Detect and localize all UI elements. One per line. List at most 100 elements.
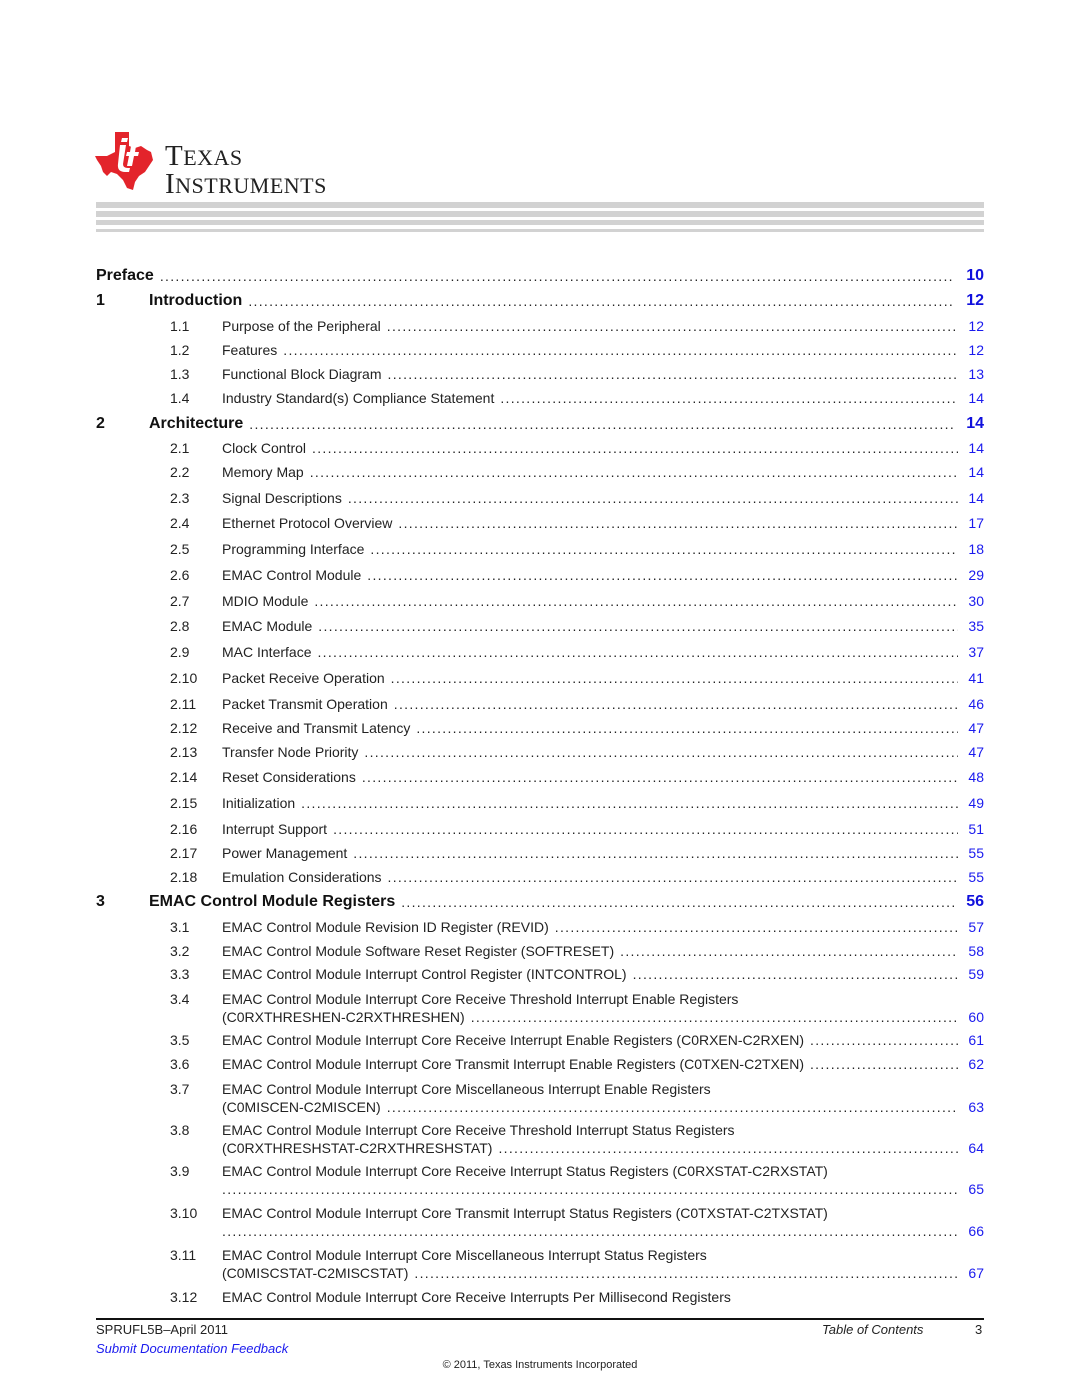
toc-entry-title[interactable]: Emulation Considerations xyxy=(222,866,382,888)
toc-entry[interactable]: 2.1 Clock Control........................… xyxy=(0,437,1080,459)
toc-entry-title[interactable]: EMAC Control Module Registers xyxy=(149,891,395,913)
toc-page-link[interactable]: 59 xyxy=(968,963,984,985)
toc-entry[interactable]: 2.15 Initialization......................… xyxy=(0,792,1080,814)
toc-entry-title[interactable]: Functional Block Diagram xyxy=(222,363,382,385)
toc-entry-title[interactable]: Programming Interface xyxy=(222,538,364,560)
toc-page-link[interactable]: 49 xyxy=(968,792,984,814)
toc-entry[interactable]: 1.4 Industry Standard(s) Compliance State… xyxy=(0,387,1080,409)
toc-page-link[interactable]: 57 xyxy=(968,916,984,938)
toc-entry[interactable]: 3.3 EMAC Control Module Interrupt Control… xyxy=(0,963,1080,985)
toc-entry-title[interactable]: Introduction xyxy=(149,290,242,312)
toc-entry-title[interactable]: Features xyxy=(222,339,277,361)
toc-entry[interactable]: 2.14 Reset Considerations................… xyxy=(0,766,1080,788)
toc-entry-title[interactable]: Transfer Node Priority xyxy=(222,741,358,763)
toc-page-link[interactable]: 30 xyxy=(968,590,984,612)
toc-entry-title[interactable]: Signal Descriptions xyxy=(222,487,342,509)
toc-entry-title[interactable]: EMAC Control Module Interrupt Core Recei… xyxy=(222,1029,804,1051)
toc-entry[interactable]: 2.9 MAC Interface........................… xyxy=(0,641,1080,663)
toc-page-link[interactable]: 35 xyxy=(968,615,984,637)
toc-entry[interactable]: 2.13 Transfer Node Priority..............… xyxy=(0,741,1080,763)
toc-page-link[interactable]: 48 xyxy=(968,766,984,788)
toc-entry-title[interactable]: Receive and Transmit Latency xyxy=(222,717,410,739)
toc-entry-title[interactable]: MAC Interface xyxy=(222,641,311,663)
toc-entry[interactable]: 1.2 Features.............................… xyxy=(0,339,1080,361)
toc-entry[interactable]: 2.4 Ethernet Protocol Overview...........… xyxy=(0,512,1080,534)
toc-entry[interactable]: 2.10 Packet Receive Operation............… xyxy=(0,667,1080,689)
toc-page-link[interactable]: 63 xyxy=(968,1096,984,1118)
toc-page-link[interactable]: 65 xyxy=(968,1178,984,1200)
toc-entry-title[interactable]: MDIO Module xyxy=(222,590,308,612)
toc-entry[interactable]: 2.2 Memory Map...........................… xyxy=(0,461,1080,483)
toc-page-link[interactable]: 56 xyxy=(966,891,984,913)
toc-entry-title-continued[interactable]: (C0MISCSTAT-C2MISCSTAT) xyxy=(222,1262,408,1284)
toc-page-link[interactable]: 14 xyxy=(968,461,984,483)
toc-entry[interactable]: Preface.................................… xyxy=(0,265,1080,287)
toc-page-link[interactable]: 47 xyxy=(968,717,984,739)
toc-entry[interactable]: 3.5 EMAC Control Module Interrupt Core Re… xyxy=(0,1029,1080,1051)
toc-page-link[interactable]: 64 xyxy=(968,1137,984,1159)
toc-entry[interactable]: 1.3 Functional Block Diagram.............… xyxy=(0,363,1080,385)
toc-page-link[interactable]: 61 xyxy=(968,1029,984,1051)
toc-entry-title[interactable]: Memory Map xyxy=(222,461,304,483)
toc-page-link[interactable]: 51 xyxy=(968,818,984,840)
toc-page-link[interactable]: 60 xyxy=(968,1006,984,1028)
toc-entry-title[interactable]: Ethernet Protocol Overview xyxy=(222,512,392,534)
toc-entry-title[interactable]: Clock Control xyxy=(222,437,306,459)
toc-entry[interactable]: 2.5 Programming Interface................… xyxy=(0,538,1080,560)
toc-entry[interactable]: 1.1 Purpose of the Peripheral............… xyxy=(0,315,1080,337)
toc-entry[interactable]: 3.2 EMAC Control Module Software Reset Re… xyxy=(0,940,1080,962)
toc-entry[interactable]: 3.6 EMAC Control Module Interrupt Core Tr… xyxy=(0,1053,1080,1075)
toc-entry-title-continued[interactable]: (C0RXTHRESHSTAT-C2RXTHRESHSTAT) xyxy=(222,1137,492,1159)
toc-entry-title[interactable]: Preface xyxy=(96,265,154,287)
toc-entry[interactable]: 1 Introduction...........................… xyxy=(0,290,1080,312)
toc-entry-title[interactable]: Power Management xyxy=(222,842,347,864)
toc-entry-title[interactable]: Reset Considerations xyxy=(222,766,356,788)
toc-entry-title[interactable]: Interrupt Support xyxy=(222,818,327,840)
toc-entry[interactable]: 2.17 Power Management....................… xyxy=(0,842,1080,864)
toc-entry[interactable]: 2.18 Emulation Considerations............… xyxy=(0,866,1080,888)
toc-entry-title-continued[interactable]: (C0MISCEN-C2MISCEN) xyxy=(222,1096,381,1118)
toc-entry[interactable]: 2.3 Signal Descriptions..................… xyxy=(0,487,1080,509)
toc-entry-title[interactable]: Packet Transmit Operation xyxy=(222,693,388,715)
toc-page-link[interactable]: 62 xyxy=(968,1053,984,1075)
toc-page-link[interactable]: 66 xyxy=(968,1220,984,1242)
toc-entry[interactable]: 3 EMAC Control Module Registers..........… xyxy=(0,891,1080,913)
toc-entry-continuation[interactable]: (C0RXTHRESHEN-C2RXTHRESHEN).............… xyxy=(0,1006,1080,1028)
toc-entry-continuation[interactable]: (C0MISCSTAT-C2MISCSTAT).................… xyxy=(0,1262,1080,1284)
toc-entry-title[interactable]: Initialization xyxy=(222,792,295,814)
toc-entry-title[interactable]: EMAC Control Module Interrupt Core Recei… xyxy=(222,1286,731,1308)
toc-entry-title[interactable]: EMAC Control Module xyxy=(222,564,361,586)
toc-page-link[interactable]: 12 xyxy=(966,290,984,312)
toc-page-link[interactable]: 14 xyxy=(968,487,984,509)
toc-page-link[interactable]: 41 xyxy=(968,667,984,689)
toc-entry[interactable]: 2.12 Receive and Transmit Latency........… xyxy=(0,717,1080,739)
toc-page-link[interactable]: 37 xyxy=(968,641,984,663)
toc-entry-title[interactable]: EMAC Control Module Interrupt Control Re… xyxy=(222,963,627,985)
toc-entry[interactable]: 2.6 EMAC Control Module..................… xyxy=(0,564,1080,586)
toc-entry[interactable]: 2.8 EMAC Module..........................… xyxy=(0,615,1080,637)
toc-entry[interactable]: 2.11 Packet Transmit Operation...........… xyxy=(0,693,1080,715)
toc-page-link[interactable]: 29 xyxy=(968,564,984,586)
toc-page-link[interactable]: 12 xyxy=(968,339,984,361)
toc-entry-title[interactable]: Architecture xyxy=(149,413,243,435)
toc-entry-continuation[interactable]: (C0MISCEN-C2MISCEN).....................… xyxy=(0,1096,1080,1118)
toc-page-link[interactable]: 55 xyxy=(968,866,984,888)
toc-entry-title[interactable]: EMAC Module xyxy=(222,615,312,637)
toc-entry-continuation[interactable]: (C0RXTHRESHSTAT-C2RXTHRESHSTAT).........… xyxy=(0,1137,1080,1159)
toc-entry-continuation[interactable]: ........................................… xyxy=(0,1220,1080,1242)
toc-page-link[interactable]: 46 xyxy=(968,693,984,715)
toc-page-link[interactable]: 17 xyxy=(968,512,984,534)
toc-entry-title-continued[interactable]: (C0RXTHRESHEN-C2RXTHRESHEN) xyxy=(222,1006,465,1028)
toc-page-link[interactable]: 47 xyxy=(968,741,984,763)
toc-page-link[interactable]: 55 xyxy=(968,842,984,864)
toc-entry[interactable]: 3.1 EMAC Control Module Revision ID Regis… xyxy=(0,916,1080,938)
toc-page-link[interactable]: 58 xyxy=(968,940,984,962)
toc-entry-title[interactable]: Industry Standard(s) Compliance Statemen… xyxy=(222,387,494,409)
toc-entry-title[interactable]: EMAC Control Module Revision ID Register… xyxy=(222,916,549,938)
toc-entry-title[interactable]: Packet Receive Operation xyxy=(222,667,385,689)
toc-entry[interactable]: 2 Architecture...........................… xyxy=(0,413,1080,435)
toc-entry[interactable]: 2.7 MDIO Module..........................… xyxy=(0,590,1080,612)
toc-entry-continuation[interactable]: ........................................… xyxy=(0,1178,1080,1200)
toc-page-link[interactable]: 13 xyxy=(968,363,984,385)
toc-entry[interactable]: 3.12 EMAC Control Module Interrupt Core R… xyxy=(0,1286,1080,1308)
